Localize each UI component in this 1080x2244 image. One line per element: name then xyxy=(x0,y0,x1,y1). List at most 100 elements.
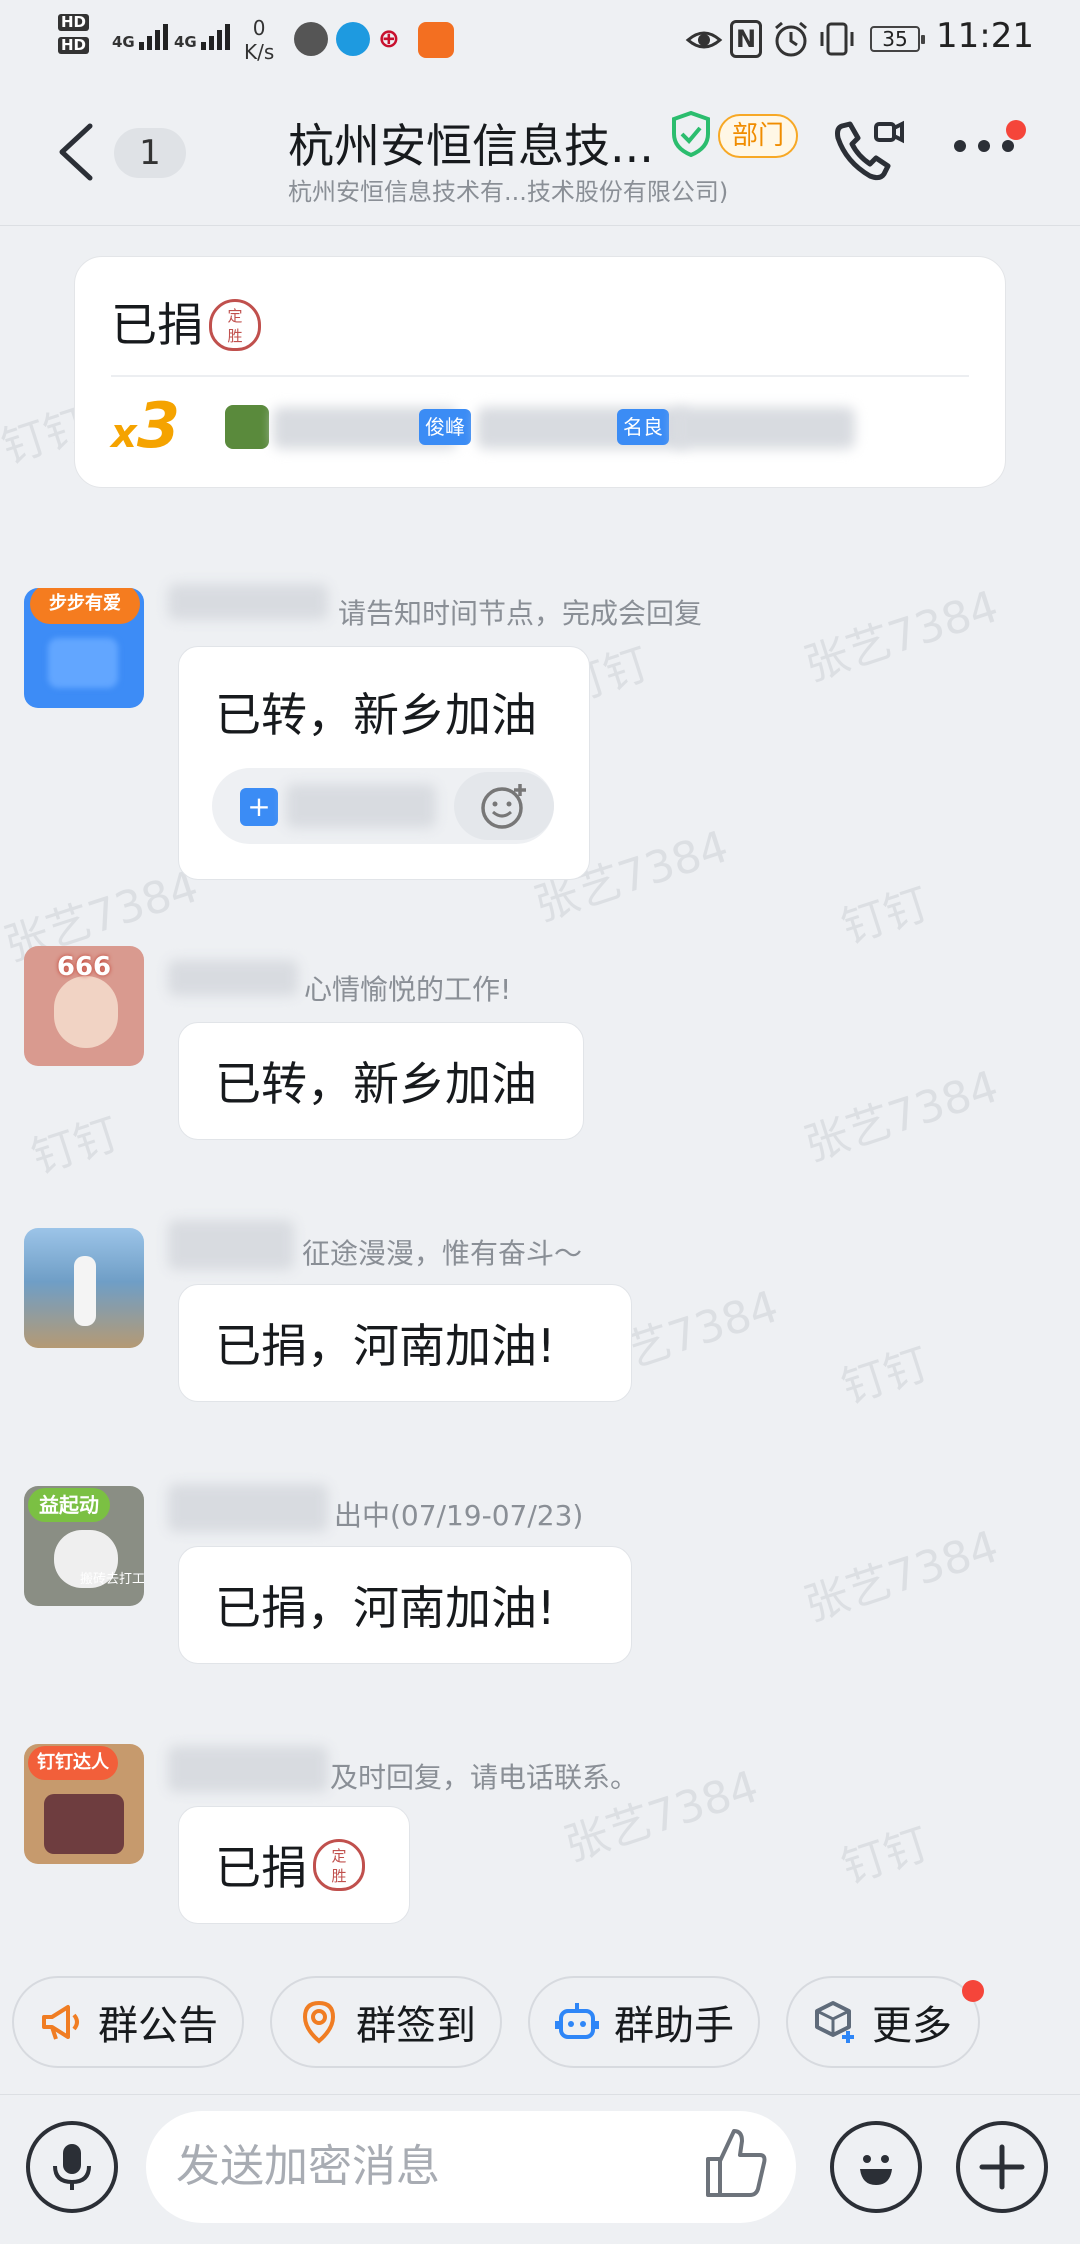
phone-video-icon xyxy=(835,120,904,181)
chip-label: 群签到 xyxy=(356,2003,476,2049)
blurred-sender-name xyxy=(168,1220,294,1270)
pinned-message-text: 已捐定胜 xyxy=(111,289,261,355)
eye-icon xyxy=(684,20,724,64)
message-text: 已转，新乡加油 xyxy=(215,1057,537,1111)
avatar[interactable]: 益起动 搬砖去打工 xyxy=(24,1486,144,1606)
signal-bars-icon xyxy=(138,20,168,50)
avatar[interactable]: 666 xyxy=(24,946,144,1066)
watermark: 张艺7384 xyxy=(798,581,1005,692)
alarm-icon xyxy=(770,18,812,64)
sender-status: 及时回复，请电话联系。 xyxy=(330,1761,639,1794)
unread-count-badge[interactable]: 1 xyxy=(114,128,186,178)
app-notification-icon: ⊕ xyxy=(378,24,400,54)
net-speed-unit: K/s xyxy=(244,40,275,64)
more-options-button[interactable] xyxy=(954,140,1014,152)
member-tag: 名良 xyxy=(617,409,669,445)
avatar-subcaption: 搬砖去打工 xyxy=(80,1572,144,1587)
more-actions-button[interactable]: 更多 xyxy=(786,1976,980,2068)
avatar-caption: 钉钉达人 xyxy=(28,1746,118,1780)
message-bubble[interactable]: 已捐定胜 xyxy=(178,1806,410,1924)
voice-button[interactable] xyxy=(26,2121,118,2213)
chip-label: 群助手 xyxy=(614,2003,734,2049)
blurred-sender-name xyxy=(168,1484,328,1532)
app-notification-icon xyxy=(294,22,328,56)
group-checkin-button[interactable]: 群签到 xyxy=(270,1976,502,2068)
sender-status: 征途漫漫，惟有奋斗～ xyxy=(302,1237,583,1270)
avatar[interactable] xyxy=(24,1228,144,1348)
avatar[interactable]: 钉钉达人 xyxy=(24,1744,144,1864)
add-attachment-button[interactable] xyxy=(956,2121,1048,2213)
add-to-group-icon: + xyxy=(240,788,278,826)
net-speed: 0 K/s xyxy=(244,16,274,64)
chat-header: 1 杭州安恒信息技... 部门 杭州安恒信息技术有...技术股份有限公司) xyxy=(0,80,1080,226)
avatar-image xyxy=(48,638,118,688)
soldier-avatar xyxy=(225,405,269,449)
group-subtitle: 杭州安恒信息技术有...技术股份有限公司) xyxy=(288,178,729,206)
watermark: 张艺7384 xyxy=(798,1521,1005,1632)
watermark: 钉钉 xyxy=(835,1338,936,1415)
megaphone-icon xyxy=(42,2005,79,2040)
notification-dot xyxy=(962,1980,984,2002)
avatar-caption: 666 xyxy=(56,952,112,982)
dot-icon xyxy=(978,140,990,152)
cube-add-icon xyxy=(815,2001,854,2043)
status-bar: HD HD 4G 4G 0 K/s ⊕ N 35 11:21 xyxy=(0,0,1080,80)
emoji-button[interactable] xyxy=(830,2121,922,2213)
signal-bars-icon xyxy=(200,20,230,50)
emoji-add-icon xyxy=(481,784,526,829)
nfc-icon: N xyxy=(730,20,762,58)
blurred-name xyxy=(675,407,855,449)
message-input[interactable] xyxy=(146,2111,796,2223)
dot-icon xyxy=(1002,140,1014,152)
robot-icon xyxy=(555,2003,599,2039)
back-button[interactable] xyxy=(50,120,104,184)
vibrate-icon xyxy=(816,18,858,64)
message-bubble[interactable]: 已转，新乡加油 xyxy=(178,646,590,880)
message-text: 已捐 xyxy=(215,1841,307,1895)
network-type-2: 4G xyxy=(174,33,197,51)
avatar[interactable]: 步步有爱 xyxy=(24,588,144,708)
signal-1: 4G xyxy=(112,20,168,50)
app-notification-icon xyxy=(418,22,454,58)
thumbs-up-icon xyxy=(706,2129,767,2197)
blurred-sender-name xyxy=(168,1746,328,1792)
pinned-text-label: 已捐 xyxy=(111,298,203,352)
avatar-caption: 步步有爱 xyxy=(30,588,140,624)
add-reaction-button[interactable] xyxy=(454,772,554,840)
dot-icon xyxy=(954,140,966,152)
hd1-label: HD xyxy=(58,14,90,31)
sender-status: 出中(07/19-07/23) xyxy=(334,1499,584,1532)
video-call-button[interactable] xyxy=(830,116,906,192)
group-assistant-button[interactable]: 群助手 xyxy=(528,1976,760,2068)
pinned-message-card[interactable]: 已捐定胜 x3 俊峰 名良 xyxy=(74,256,1006,488)
department-badge: 部门 xyxy=(718,114,799,158)
seal-sticker-icon: 定胜 xyxy=(209,299,261,351)
group-announcement-button[interactable]: 群公告 xyxy=(12,1976,244,2068)
chip-label: 群公告 xyxy=(98,2003,218,2049)
seal-sticker-icon: 定胜 xyxy=(313,1839,365,1891)
member-tag: 俊峰 xyxy=(419,409,471,445)
message-bubble[interactable]: 已捐，河南加油! xyxy=(178,1546,632,1664)
input-bar xyxy=(0,2094,1080,2244)
watermark: 钉钉 xyxy=(835,878,936,955)
plus-icon xyxy=(979,2144,1025,2190)
watermark: 钉钉 xyxy=(25,1108,126,1185)
chip-label: 更多 xyxy=(872,2003,952,2049)
avatar-image xyxy=(44,1794,124,1854)
message-text: 已转，新乡加油 xyxy=(215,688,537,742)
group-title[interactable]: 杭州安恒信息技... xyxy=(288,110,654,176)
microphone-icon xyxy=(53,2144,91,2190)
thumbs-up-button[interactable] xyxy=(700,2125,770,2205)
hd-indicator: HD HD xyxy=(58,14,90,54)
sender-status: 请告知时间节点，完成会回复 xyxy=(338,597,703,630)
smiley-icon xyxy=(860,2155,892,2185)
message-bubble[interactable]: 已转，新乡加油 xyxy=(178,1022,584,1140)
watermark: 张艺7384 xyxy=(798,1061,1005,1172)
app-notification-icon xyxy=(336,22,370,56)
clock: 11:21 xyxy=(936,16,1034,56)
message-bubble[interactable]: 已捐，河南加油! xyxy=(178,1284,632,1402)
blurred-sender-name xyxy=(168,960,298,996)
hd2-label: HD xyxy=(58,37,90,54)
blurred-sender-name xyxy=(168,584,328,620)
relay-count: x3 xyxy=(111,389,180,462)
